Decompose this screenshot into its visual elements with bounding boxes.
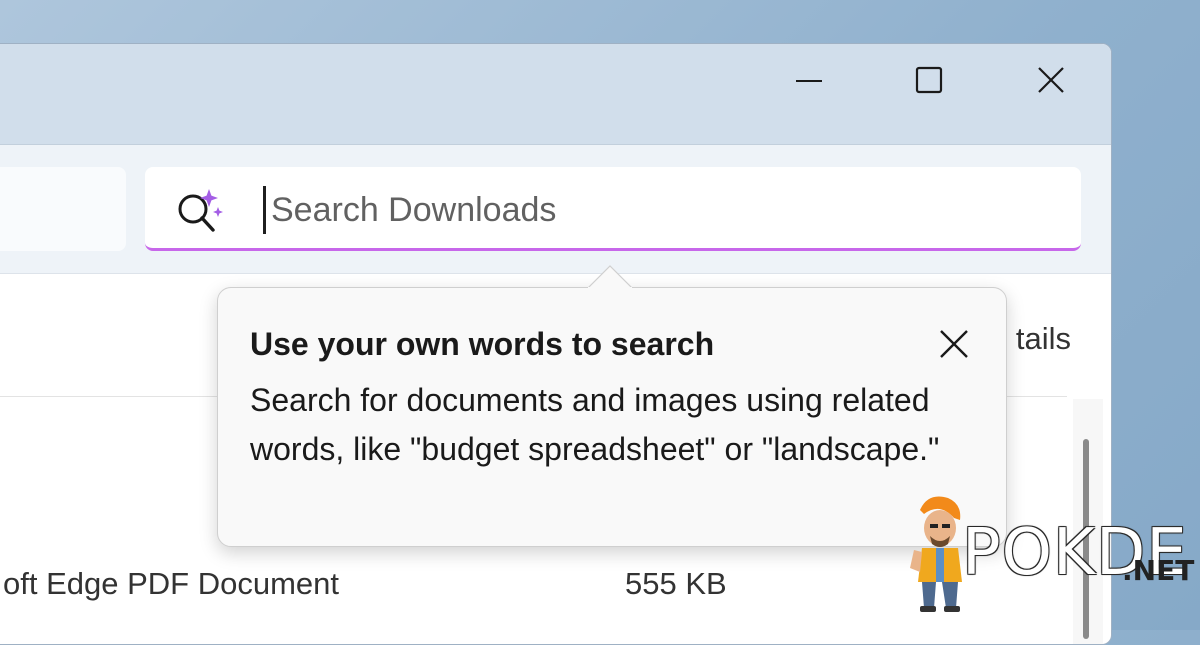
close-icon: [940, 330, 968, 358]
toolbar: [0, 145, 1111, 274]
file-type: oft Edge PDF Document: [3, 566, 339, 601]
search-input[interactable]: [271, 185, 1051, 235]
maximize-icon: [915, 66, 943, 94]
tooltip-arrow: [588, 265, 632, 289]
watermark-suffix: .NET: [1122, 554, 1195, 587]
close-window-button[interactable]: [1021, 60, 1081, 100]
text-caret: [263, 186, 266, 234]
ai-search-icon: [178, 189, 223, 232]
file-size: 555 KB: [625, 566, 727, 601]
tooltip-close-button[interactable]: [930, 320, 978, 368]
minimize-button[interactable]: [779, 60, 839, 100]
tooltip-title: Use your own words to search: [250, 326, 715, 362]
tooltip-body: Search for documents and images using re…: [250, 382, 940, 467]
minimize-icon: [796, 80, 822, 82]
search-tip-popup: Use your own words to search Search for …: [217, 287, 1007, 547]
mascot-icon: [910, 496, 962, 612]
site-watermark: POKDE .NET: [900, 490, 1194, 620]
maximize-button[interactable]: [899, 60, 959, 100]
title-bar: [0, 44, 1111, 145]
close-icon: [1038, 67, 1064, 93]
address-box[interactable]: [0, 167, 126, 251]
search-box[interactable]: [145, 167, 1081, 251]
